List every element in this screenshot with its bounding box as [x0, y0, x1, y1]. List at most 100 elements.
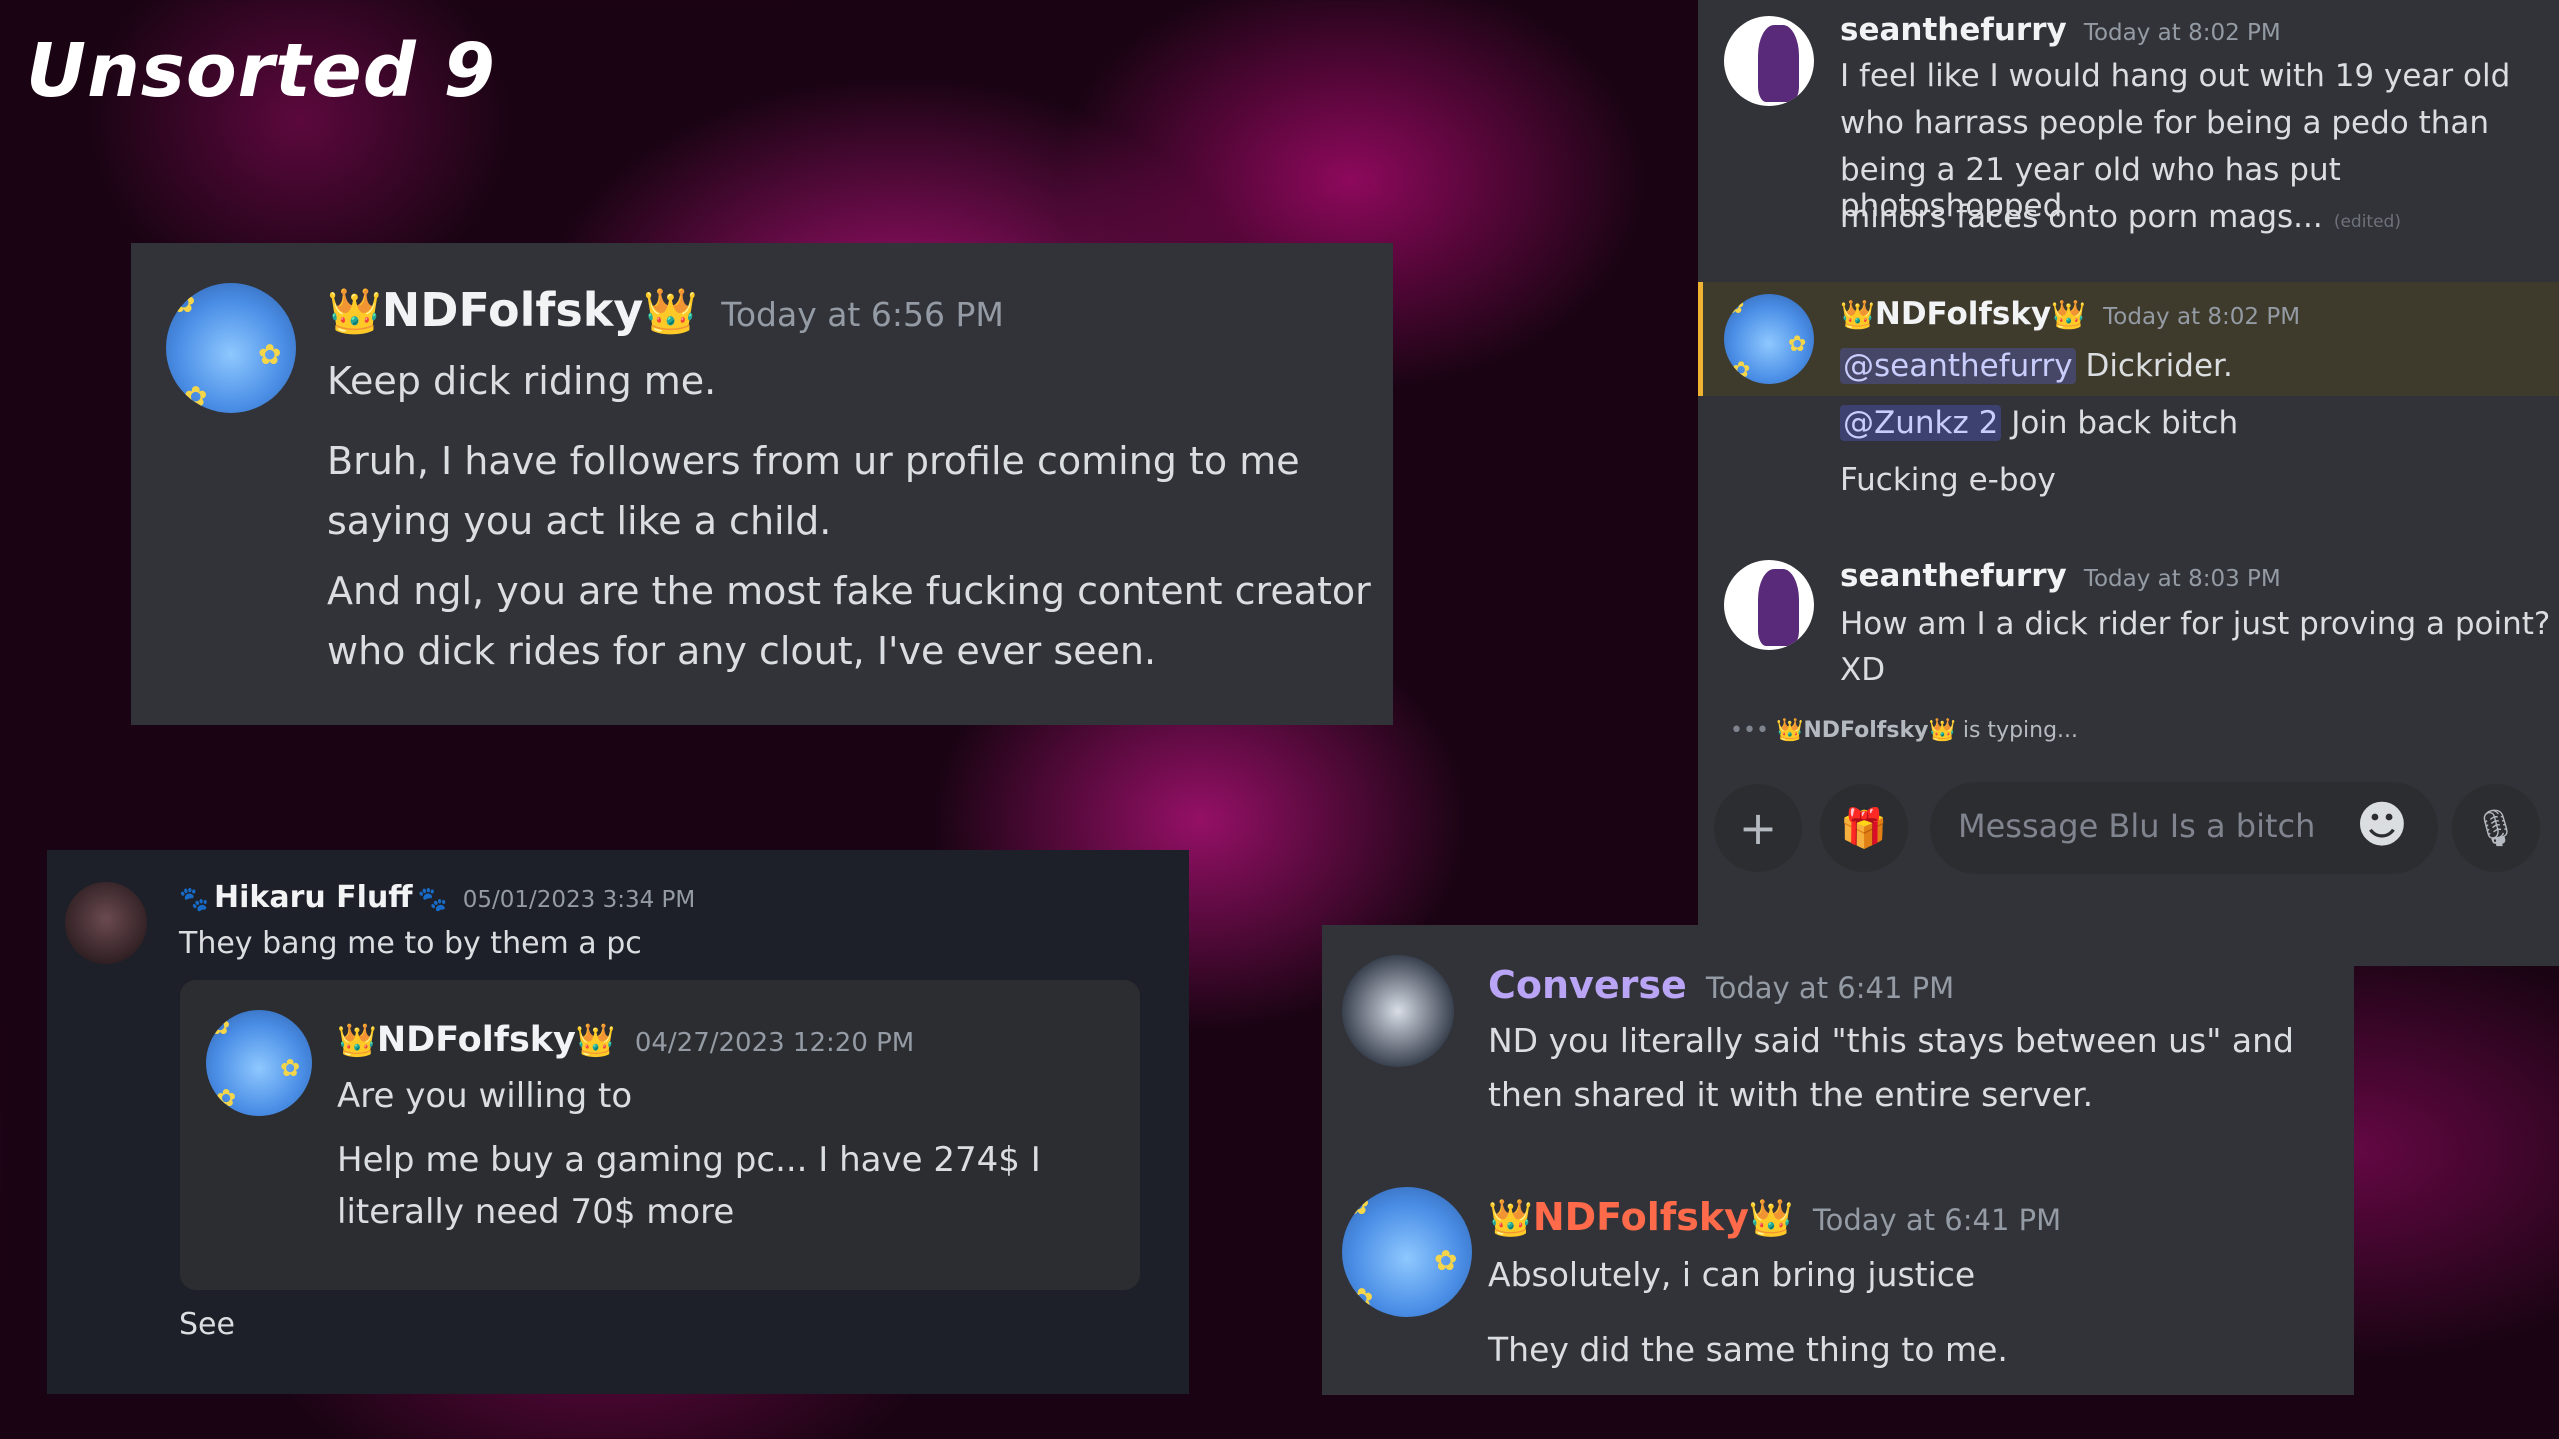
message-line: who harrass people for being a pedo than — [1840, 105, 2490, 141]
message-panel-converse: Converse Today at 6:41 PM ND you literal… — [1322, 925, 2354, 1395]
avatar[interactable]: ✿ ✿ ✿ — [1724, 294, 1814, 384]
message-line: Are you willing to — [337, 1076, 633, 1116]
avatar[interactable] — [65, 882, 147, 964]
paw-icon: 🐾 — [417, 885, 448, 913]
message-line: literally need 70$ more — [337, 1192, 735, 1232]
message-text: Join back bitch — [2011, 405, 2239, 441]
see-link[interactable]: See — [179, 1307, 235, 1342]
flower-icon: ✿ — [184, 380, 208, 413]
crown-icon: 👑 — [327, 286, 382, 337]
message-line: ND you literally said "this stays betwee… — [1488, 1021, 2294, 1060]
message-line: Keep dick riding me. — [327, 359, 717, 403]
gift-icon: 🎁 — [1840, 805, 1888, 850]
message-input-placeholder: Message Blu Is a bitch — [1958, 807, 2316, 845]
crown-icon: 👑 — [337, 1021, 377, 1059]
crown-icon: 👑 — [1775, 718, 1804, 743]
emoji-icon[interactable]: ☻ — [2356, 796, 2408, 854]
message-panel-ndfolfsky: ✿ ✿ ✿ 👑NDFolfsky👑 Today at 6:56 PM Keep … — [131, 243, 1393, 725]
username[interactable]: NDFolfsky — [377, 1020, 576, 1060]
message-line: @Zunkz 2 Join back bitch — [1840, 405, 2238, 441]
paw-icon: 🐾 — [179, 885, 209, 913]
message-header: seanthefurry Today at 8:02 PM — [1840, 12, 2281, 48]
message-line: And ngl, you are the most fake fucking c… — [327, 569, 1371, 613]
edited-label: (edited) — [2333, 212, 2401, 232]
flower-icon: ✿ — [1788, 332, 1807, 357]
channel-panel: seanthefurry Today at 8:02 PM I feel lik… — [1698, 0, 2559, 966]
avatar-figure — [1758, 25, 1799, 102]
timestamp: Today at 8:02 PM — [2103, 304, 2301, 330]
typing-dots: ••• — [1730, 718, 1769, 743]
page-title: Unsorted 9 — [26, 28, 496, 114]
timestamp: Today at 6:41 PM — [1705, 971, 1955, 1005]
plus-icon: + — [1738, 801, 1778, 855]
crown-icon: 👑 — [1748, 1198, 1794, 1239]
username[interactable]: seanthefurry — [1840, 558, 2067, 594]
timestamp: Today at 8:02 PM — [2083, 20, 2281, 46]
user-mention[interactable]: @seanthefurry — [1840, 348, 2076, 384]
username[interactable]: Converse — [1488, 963, 1687, 1007]
message-line: minors faces onto porn mags... (edited) — [1840, 199, 2401, 235]
flower-icon: ✿ — [210, 1012, 231, 1040]
typing-text: is typing... — [1962, 718, 2079, 743]
crown-icon: 👑 — [2051, 298, 2087, 331]
quoted-message[interactable]: ✿ ✿ ✿ 👑NDFolfsky👑 04/27/2023 12:20 PM Ar… — [180, 980, 1140, 1290]
flower-icon: ✿ — [172, 286, 196, 319]
message-line: How am I a dick rider for just proving a… — [1840, 606, 2551, 642]
avatar[interactable]: ✿ ✿ ✿ — [206, 1010, 312, 1116]
message-panel-hikaru: 🐾 Hikaru Fluff 🐾 05/01/2023 3:34 PM They… — [47, 850, 1189, 1394]
add-attachment-button[interactable]: + — [1714, 784, 1802, 872]
crown-icon: 👑 — [1840, 298, 1875, 331]
typing-username: NDFolfsky — [1803, 718, 1929, 743]
avatar[interactable] — [1342, 955, 1454, 1067]
crown-icon: 👑 — [1488, 1198, 1533, 1239]
crown-icon: 👑 — [1928, 718, 1956, 743]
message-header: Converse Today at 6:41 PM — [1488, 963, 1954, 1007]
username[interactable]: seanthefurry — [1840, 12, 2067, 48]
crown-icon: 👑 — [643, 286, 699, 337]
timestamp: 04/27/2023 12:20 PM — [634, 1028, 915, 1058]
flower-icon: ✿ — [1350, 1282, 1374, 1315]
message-line: Help me buy a gaming pc... I have 274$ I — [337, 1140, 1041, 1180]
flower-icon: ✿ — [280, 1054, 301, 1082]
message-line: Absolutely, i can bring justice — [1488, 1255, 1976, 1294]
message-line: Fucking e-boy — [1840, 462, 2056, 498]
message-line: then shared it with the entire server. — [1488, 1075, 2094, 1114]
microphone-icon: 🎙 — [2473, 808, 2519, 849]
username[interactable]: NDFolfsky — [1875, 296, 2051, 332]
avatar-figure — [1758, 569, 1799, 646]
message-line: @seanthefurry Dickrider. — [1840, 348, 2233, 384]
avatar[interactable] — [1724, 16, 1814, 106]
timestamp: Today at 6:41 PM — [1812, 1203, 2062, 1237]
timestamp: Today at 6:56 PM — [721, 295, 1004, 334]
flower-icon: ✿ — [216, 1084, 237, 1112]
flower-icon: ✿ — [1732, 358, 1751, 383]
user-mention[interactable]: @Zunkz 2 — [1840, 405, 2002, 441]
message-header: 👑NDFolfsky👑 Today at 6:56 PM — [327, 283, 1004, 337]
gift-button[interactable]: 🎁 — [1820, 784, 1908, 872]
message-header: 👑NDFolfsky👑 Today at 8:02 PM — [1840, 296, 2300, 332]
flower-icon: ✿ — [258, 338, 282, 371]
voice-message-button[interactable]: 🎙 — [2452, 784, 2540, 872]
message-line: They did the same thing to me. — [1488, 1330, 2008, 1369]
username[interactable]: Hikaru Fluff — [214, 880, 413, 915]
flower-icon: ✿ — [1726, 294, 1745, 319]
message-header: 👑NDFolfsky👑 Today at 6:41 PM — [1488, 1195, 2061, 1239]
message-header: seanthefurry Today at 8:03 PM — [1840, 558, 2281, 594]
avatar[interactable] — [1724, 560, 1814, 650]
message-line: saying you act like a child. — [327, 499, 832, 543]
username[interactable]: NDFolfsky — [1533, 1195, 1749, 1239]
message-text: minors faces onto porn mags... — [1840, 199, 2323, 235]
message-line: I feel like I would hang out with 19 yea… — [1840, 58, 2511, 94]
crown-icon: 👑 — [575, 1021, 616, 1059]
message-line: who dick rides for any clout, I've ever … — [327, 629, 1157, 673]
flower-icon: ✿ — [1434, 1244, 1458, 1277]
username[interactable]: NDFolfsky — [382, 283, 644, 337]
message-line: Bruh, I have followers from ur profile c… — [327, 439, 1300, 483]
flower-icon: ✿ — [1346, 1188, 1370, 1221]
avatar[interactable]: ✿ ✿ ✿ — [166, 283, 296, 413]
message-input[interactable]: Message Blu Is a bitch ☻ — [1930, 782, 2438, 874]
message-line: They bang me to by them a pc — [179, 926, 642, 961]
avatar[interactable]: ✿ ✿ ✿ — [1342, 1187, 1472, 1317]
message-line: XD — [1840, 652, 1886, 688]
message-header: 👑NDFolfsky👑 04/27/2023 12:20 PM — [337, 1020, 914, 1060]
